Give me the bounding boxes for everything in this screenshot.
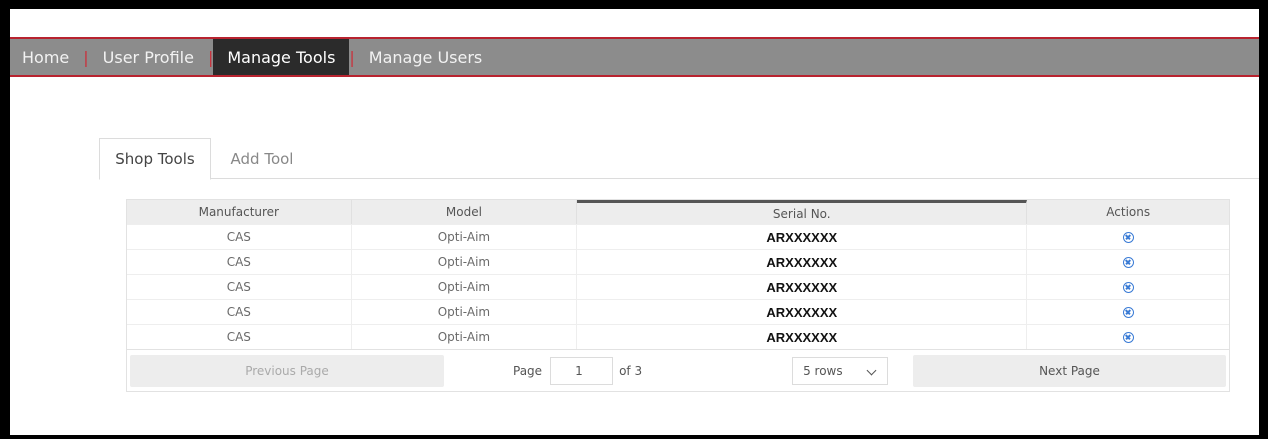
- tools-table: Manufacturer Model Serial No. Actions CA…: [126, 199, 1230, 392]
- cell-manufacturer: CAS: [127, 300, 352, 324]
- column-header-model[interactable]: Model: [352, 200, 578, 224]
- tool-tabs: Shop Tools Add Tool: [99, 138, 1259, 180]
- cell-model: Opti-Aim: [352, 275, 578, 299]
- remove-circle-icon[interactable]: [1122, 281, 1134, 293]
- nav-manage-tools[interactable]: Manage Tools: [213, 39, 350, 75]
- nav-user-profile[interactable]: User Profile: [89, 39, 208, 75]
- cell-manufacturer: CAS: [127, 325, 352, 349]
- cell-manufacturer: CAS: [127, 225, 352, 249]
- previous-page-button[interactable]: Previous Page: [130, 354, 444, 387]
- table-row: CAS Opti-Aim ARXXXXXX: [127, 274, 1229, 299]
- column-header-actions: Actions: [1106, 205, 1151, 219]
- page-label: Page: [513, 363, 543, 378]
- remove-circle-icon[interactable]: [1122, 256, 1134, 268]
- rows-per-page-value: 5 rows: [803, 363, 843, 378]
- nav-home[interactable]: Home: [10, 39, 83, 75]
- tab-shop-tools[interactable]: Shop Tools: [99, 138, 211, 180]
- column-header-manufacturer[interactable]: Manufacturer: [127, 200, 352, 224]
- cell-serial: ARXXXXXX: [577, 250, 1028, 274]
- pagination-bar: Previous Page Page of 3 5 rows Next Page: [127, 349, 1229, 391]
- cell-actions: [1027, 325, 1229, 349]
- cell-model: Opti-Aim: [352, 225, 578, 249]
- remove-circle-icon[interactable]: [1122, 231, 1134, 243]
- rows-per-page-select[interactable]: 5 rows: [792, 356, 889, 385]
- cell-model: Opti-Aim: [352, 300, 578, 324]
- app-window: Home | User Profile | Manage Tools | Man…: [10, 9, 1259, 435]
- tab-add-tool[interactable]: Add Tool: [211, 138, 313, 179]
- table-row: CAS Opti-Aim ARXXXXXX: [127, 249, 1229, 274]
- remove-circle-icon[interactable]: [1122, 331, 1134, 343]
- remove-circle-icon[interactable]: [1122, 306, 1134, 318]
- nav-manage-users[interactable]: Manage Users: [355, 39, 496, 75]
- cell-actions: [1027, 300, 1229, 324]
- table-row: CAS Opti-Aim ARXXXXXX: [127, 224, 1229, 249]
- column-header-serial[interactable]: Serial No.: [577, 200, 1028, 224]
- page-controls: Page of 3 5 rows: [444, 356, 913, 385]
- cell-manufacturer: CAS: [127, 250, 352, 274]
- cell-manufacturer: CAS: [127, 275, 352, 299]
- cell-actions: [1027, 250, 1229, 274]
- table-row: CAS Opti-Aim ARXXXXXX: [127, 299, 1229, 324]
- page-number-input[interactable]: [550, 356, 614, 385]
- next-page-button[interactable]: Next Page: [913, 354, 1226, 387]
- table-row: CAS Opti-Aim ARXXXXXX: [127, 324, 1229, 349]
- chevron-down-icon: [866, 365, 877, 375]
- page-count-label: of 3: [619, 363, 643, 378]
- cell-serial: ARXXXXXX: [577, 275, 1028, 299]
- cell-actions: [1027, 275, 1229, 299]
- cell-actions: [1027, 225, 1229, 249]
- cell-serial: ARXXXXXX: [577, 225, 1028, 249]
- table-header: Manufacturer Model Serial No. Actions: [127, 200, 1229, 224]
- main-nav: Home | User Profile | Manage Tools | Man…: [10, 39, 1259, 77]
- cell-serial: ARXXXXXX: [577, 325, 1028, 349]
- cell-serial: ARXXXXXX: [577, 300, 1028, 324]
- cell-model: Opti-Aim: [352, 325, 578, 349]
- cell-model: Opti-Aim: [352, 250, 578, 274]
